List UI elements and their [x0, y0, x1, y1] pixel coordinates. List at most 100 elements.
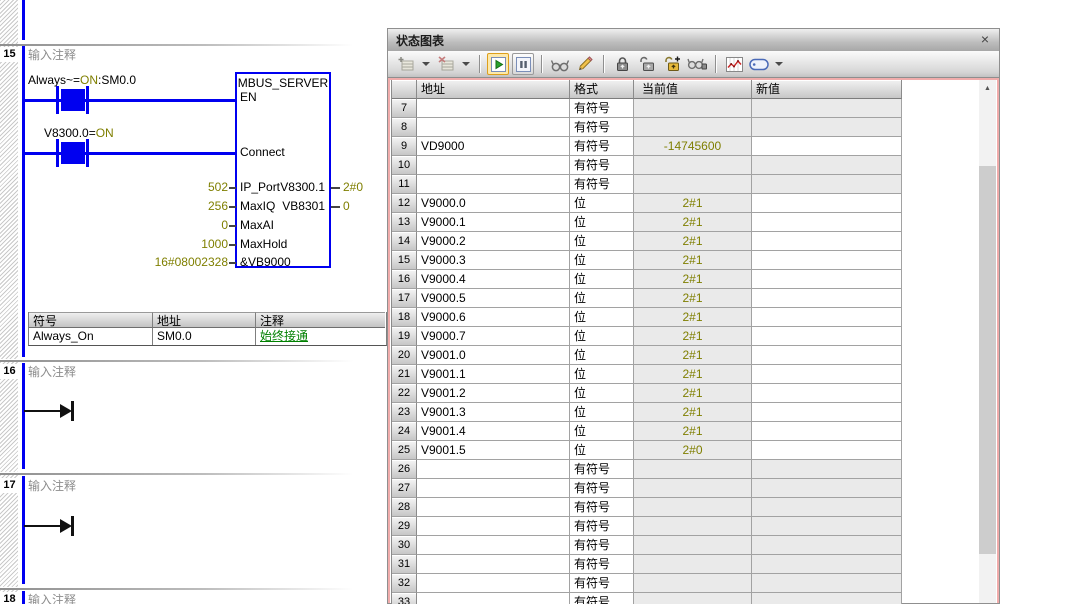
- row-number-cell[interactable]: 17: [392, 289, 417, 308]
- format-cell[interactable]: 位: [570, 441, 634, 460]
- insert-row-icon[interactable]: [395, 53, 417, 75]
- current-value-cell[interactable]: 2#1: [634, 422, 752, 441]
- row-number-cell[interactable]: 24: [392, 422, 417, 441]
- format-cell[interactable]: 位: [570, 289, 634, 308]
- network-comment[interactable]: 输入注释: [28, 365, 76, 379]
- current-value-cell[interactable]: 2#1: [634, 327, 752, 346]
- row-number-cell[interactable]: 30: [392, 536, 417, 555]
- new-value-cell[interactable]: [752, 422, 902, 441]
- address-cell[interactable]: [417, 175, 570, 194]
- unforce-icon[interactable]: [636, 53, 658, 75]
- scroll-up-icon[interactable]: ▲: [979, 80, 996, 97]
- contact-operand-label[interactable]: V8300.0=ON: [44, 127, 114, 140]
- address-cell[interactable]: [417, 156, 570, 175]
- address-cell[interactable]: [417, 479, 570, 498]
- start-status-chart-icon[interactable]: [487, 53, 509, 75]
- address-cell[interactable]: [417, 118, 570, 137]
- force-all-icon[interactable]: [661, 53, 683, 75]
- format-cell[interactable]: 有符号: [570, 99, 634, 118]
- format-cell[interactable]: 位: [570, 232, 634, 251]
- row-number-cell[interactable]: 13: [392, 213, 417, 232]
- format-cell[interactable]: 位: [570, 365, 634, 384]
- address-cell[interactable]: [417, 517, 570, 536]
- address-cell[interactable]: V9000.5: [417, 289, 570, 308]
- current-value-cell[interactable]: 2#1: [634, 270, 752, 289]
- trend-view-icon[interactable]: [723, 53, 745, 75]
- format-cell[interactable]: 位: [570, 403, 634, 422]
- address-cell[interactable]: [417, 574, 570, 593]
- current-value-cell[interactable]: [634, 175, 752, 194]
- scrollbar-thumb[interactable]: [979, 166, 996, 554]
- current-value-cell[interactable]: 2#1: [634, 403, 752, 422]
- new-value-cell[interactable]: [752, 479, 902, 498]
- new-value-cell[interactable]: [752, 536, 902, 555]
- network-comment[interactable]: 输入注释: [28, 48, 76, 62]
- new-value-cell[interactable]: [752, 498, 902, 517]
- address-cell[interactable]: V9001.5: [417, 441, 570, 460]
- format-cell[interactable]: 有符号: [570, 574, 634, 593]
- format-cell[interactable]: 有符号: [570, 536, 634, 555]
- address-cell[interactable]: V9001.1: [417, 365, 570, 384]
- new-value-cell[interactable]: [752, 232, 902, 251]
- row-number-cell[interactable]: 20: [392, 346, 417, 365]
- format-cell[interactable]: 有符号: [570, 137, 634, 156]
- current-value-cell[interactable]: [634, 536, 752, 555]
- pin-input-value[interactable]: 502: [118, 181, 228, 194]
- pause-status-chart-icon[interactable]: [512, 53, 534, 75]
- format-cell[interactable]: 有符号: [570, 593, 634, 604]
- address-cell[interactable]: V9001.4: [417, 422, 570, 441]
- address-cell[interactable]: V9000.7: [417, 327, 570, 346]
- current-value-cell[interactable]: [634, 574, 752, 593]
- new-value-cell[interactable]: [752, 346, 902, 365]
- write-all-icon[interactable]: [574, 53, 596, 75]
- format-cell[interactable]: 位: [570, 194, 634, 213]
- row-number-cell[interactable]: 31: [392, 555, 417, 574]
- row-number-cell[interactable]: 19: [392, 327, 417, 346]
- delete-row-menu-icon[interactable]: [462, 62, 470, 66]
- format-cell[interactable]: 位: [570, 346, 634, 365]
- address-cell[interactable]: V9000.2: [417, 232, 570, 251]
- row-number-cell[interactable]: 23: [392, 403, 417, 422]
- contact-energized[interactable]: [61, 142, 85, 164]
- format-cell[interactable]: 位: [570, 270, 634, 289]
- row-number-cell[interactable]: 25: [392, 441, 417, 460]
- address-cell[interactable]: V9001.3: [417, 403, 570, 422]
- read-all-icon[interactable]: [549, 53, 571, 75]
- new-value-cell[interactable]: [752, 574, 902, 593]
- current-value-cell[interactable]: [634, 555, 752, 574]
- row-number-cell[interactable]: 8: [392, 118, 417, 137]
- pin-input-value[interactable]: 256: [118, 200, 228, 213]
- current-value-cell[interactable]: 2#1: [634, 365, 752, 384]
- row-number-cell[interactable]: 22: [392, 384, 417, 403]
- pin-output-operand[interactable]: VB8301: [240, 200, 325, 213]
- address-cell[interactable]: VD9000: [417, 137, 570, 156]
- delete-row-icon[interactable]: [435, 53, 457, 75]
- new-value-cell[interactable]: [752, 270, 902, 289]
- new-value-cell[interactable]: [752, 460, 902, 479]
- new-value-column-header[interactable]: 新值: [752, 80, 902, 99]
- current-value-cell[interactable]: [634, 118, 752, 137]
- row-number-cell[interactable]: 7: [392, 99, 417, 118]
- current-value-cell[interactable]: 2#1: [634, 194, 752, 213]
- new-value-cell[interactable]: [752, 156, 902, 175]
- pin-input-value[interactable]: 1000: [118, 238, 228, 251]
- current-value-cell[interactable]: 2#1: [634, 384, 752, 403]
- new-value-cell[interactable]: [752, 213, 902, 232]
- new-value-cell[interactable]: [752, 517, 902, 536]
- format-cell[interactable]: 有符号: [570, 498, 634, 517]
- current-value-cell[interactable]: [634, 517, 752, 536]
- new-value-cell[interactable]: [752, 593, 902, 604]
- new-value-cell[interactable]: [752, 365, 902, 384]
- new-value-cell[interactable]: [752, 327, 902, 346]
- current-value-column-header[interactable]: 当前值: [634, 80, 752, 99]
- address-cell[interactable]: V9000.3: [417, 251, 570, 270]
- address-cell[interactable]: V9000.0: [417, 194, 570, 213]
- new-value-cell[interactable]: [752, 194, 902, 213]
- comment-cell[interactable]: 始终接通: [256, 328, 385, 345]
- address-cell[interactable]: [417, 99, 570, 118]
- new-value-cell[interactable]: [752, 308, 902, 327]
- read-forced-icon[interactable]: [686, 53, 708, 75]
- new-value-cell[interactable]: [752, 441, 902, 460]
- row-number-cell[interactable]: 12: [392, 194, 417, 213]
- address-cell[interactable]: [417, 555, 570, 574]
